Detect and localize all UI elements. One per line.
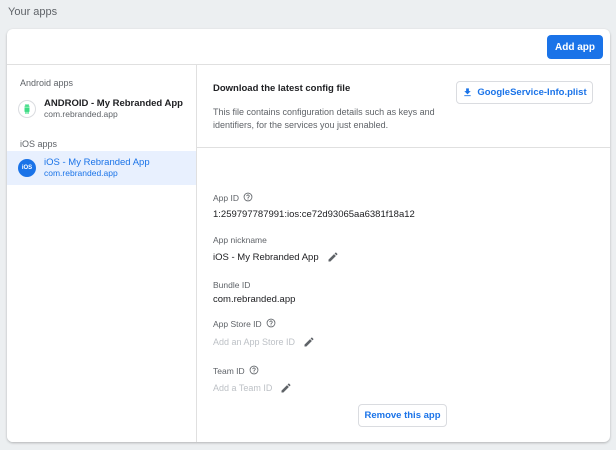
ios-app-package: com.rebranded.app [44, 168, 118, 178]
ios-icon: iOS [18, 159, 36, 177]
config-description: This file contains configuration details… [213, 107, 435, 130]
edit-nickname-icon[interactable] [327, 251, 339, 263]
config-download-section: Download the latest config file This fil… [197, 65, 610, 148]
card-header: Add app [7, 29, 610, 65]
app-store-id-label-text: App Store ID [213, 319, 262, 329]
android-app-name: ANDROID - My Rebranded App [44, 98, 183, 109]
help-icon[interactable] [249, 365, 259, 377]
app-store-id-placeholder: Add an App Store ID [213, 337, 296, 347]
page-section-title: Your apps [8, 6, 58, 18]
team-id-label: Team ID [213, 365, 259, 377]
android-icon [18, 100, 36, 118]
android-app-package: com.rebranded.app [44, 109, 118, 119]
ios-apps-group-label: iOS apps [20, 139, 58, 149]
team-id-placeholder: Add a Team ID [213, 383, 273, 393]
bundle-id-value: com.rebranded.app [213, 294, 296, 305]
config-title: Download the latest config file [213, 83, 351, 94]
sidebar-item-android-app[interactable]: ANDROID - My Rebranded App com.rebranded… [7, 92, 196, 126]
app-store-id-label: App Store ID [213, 318, 276, 330]
download-config-button[interactable]: GoogleService-Info.plist [456, 81, 593, 104]
team-id-input[interactable]: Add a Team ID [213, 382, 292, 394]
help-icon[interactable] [266, 318, 276, 330]
help-icon[interactable] [243, 192, 253, 204]
download-config-label: GoogleService-Info.plist [477, 87, 587, 98]
apps-sidebar: Android apps ANDROID - My Rebranded App … [7, 65, 197, 442]
app-id-label-text: App ID [213, 193, 239, 203]
apps-card: Add app Android apps ANDROID - My Rebran… [7, 29, 610, 442]
android-apps-group-label: Android apps [20, 78, 74, 88]
app-nickname-value: iOS - My Rebranded App [213, 251, 339, 263]
app-id-label: App ID [213, 192, 253, 204]
sidebar-item-ios-app[interactable]: iOS iOS - My Rebranded App com.rebranded… [7, 151, 196, 185]
add-app-button[interactable]: Add app [547, 35, 603, 59]
app-details-panel: Download the latest config file This fil… [197, 65, 610, 442]
ios-app-name: iOS - My Rebranded App [44, 157, 150, 168]
download-icon [464, 88, 472, 97]
app-id-value: 1:259797787991:ios:ce72d93065aa6381f18a1… [213, 209, 415, 220]
edit-app-store-id-icon[interactable] [303, 336, 315, 348]
remove-app-button[interactable]: Remove this app [358, 404, 447, 427]
app-nickname-label: App nickname [213, 235, 267, 245]
edit-team-id-icon[interactable] [280, 382, 292, 394]
app-nickname-text: iOS - My Rebranded App [213, 251, 319, 263]
app-store-id-input[interactable]: Add an App Store ID [213, 336, 315, 348]
bundle-id-label: Bundle ID [213, 280, 251, 290]
team-id-label-text: Team ID [213, 366, 245, 376]
